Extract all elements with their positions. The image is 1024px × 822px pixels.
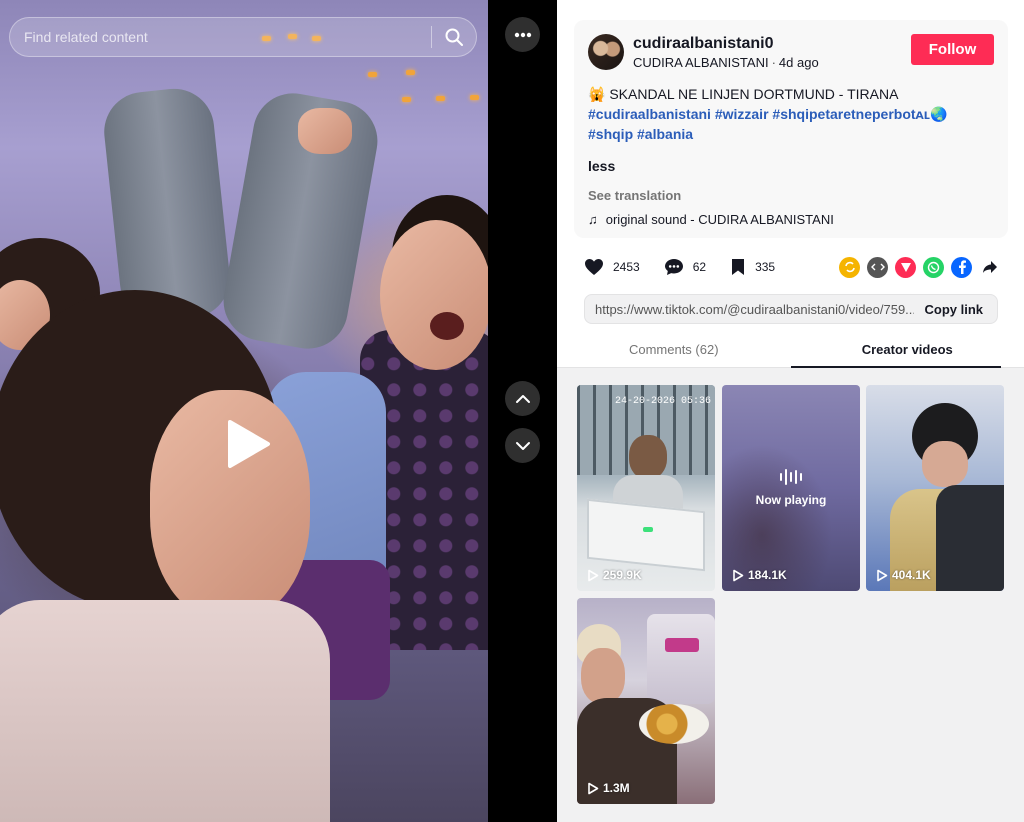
shouting-passenger-face — [380, 220, 488, 370]
playing-bars-icon — [722, 469, 860, 485]
view-count: 404.1K — [876, 568, 931, 582]
details-panel: cudiraalbanistani0 CUDIRA ALBANISTANI · 4d… — [557, 0, 1024, 822]
sock-left — [100, 84, 234, 326]
view-count-text: 1.3M — [603, 781, 630, 795]
thumb-seat — [647, 614, 715, 704]
chevron-down-icon — [515, 441, 530, 450]
follow-button[interactable]: Follow — [911, 34, 994, 65]
thumb-seat-sticker — [665, 638, 699, 652]
description-card: cudiraalbanistani0 CUDIRA ALBANISTANI · 4d… — [574, 20, 1008, 238]
now-playing-indicator: Now playing — [722, 469, 860, 507]
facebook-icon[interactable] — [951, 256, 972, 278]
post-time: 4d ago — [778, 55, 819, 70]
copy-link-box: https://www.tiktok.com/@cudiraalbanistan… — [584, 294, 998, 324]
sound-link[interactable]: ♫ original sound - CUDIRA ALBANISTANI — [588, 212, 994, 227]
sound-name: original sound - CUDIRA ALBANISTANI — [605, 212, 834, 227]
woman-sweater — [0, 600, 330, 822]
thumb-face — [629, 435, 667, 479]
search-icon — [445, 28, 463, 46]
avatar[interactable] — [588, 34, 624, 70]
video-url: https://www.tiktok.com/@cudiraalbanistan… — [595, 301, 915, 317]
view-count: 184.1K — [732, 568, 787, 582]
cabin-light — [402, 97, 411, 102]
copy-link-button[interactable]: Copy link — [914, 302, 997, 317]
sock-hole — [298, 108, 352, 154]
bookmark-icon — [732, 259, 745, 275]
play-outline-icon — [588, 782, 599, 794]
action-bar: 2453 62 335 — [584, 253, 1000, 281]
video-thumbnail[interactable]: 1.3M — [577, 598, 715, 804]
cabin-light — [436, 96, 445, 101]
view-count-text: 184.1K — [748, 568, 787, 582]
embed-icon[interactable] — [867, 256, 888, 278]
hashtag[interactable]: #shqipetaretneperbotᴀʟ🌏 — [772, 106, 947, 122]
view-count-text: 404.1K — [892, 568, 931, 582]
previous-video-button[interactable] — [505, 381, 540, 416]
like-button[interactable]: 2453 — [584, 258, 640, 276]
more-options-button[interactable] — [505, 17, 540, 52]
view-count: 1.3M — [587, 781, 630, 795]
cabin-light — [470, 95, 479, 100]
hashtag[interactable]: #cudiraalbanistani — [588, 106, 711, 122]
caption: 🙀 SKANDAL NE LINJEN DORTMUND - TIRANA #c… — [588, 84, 994, 144]
thumb-food-tray — [639, 704, 709, 744]
play-icon[interactable] — [224, 418, 272, 470]
play-outline-icon — [733, 569, 744, 581]
thumb-counter — [587, 498, 705, 572]
author-info: cudiraalbanistani0 CUDIRA ALBANISTANI · 4d… — [633, 34, 819, 70]
cabin-light — [368, 72, 377, 77]
video-nav-column — [488, 0, 557, 822]
search-bar[interactable] — [9, 17, 477, 57]
play-outline-icon — [588, 569, 599, 581]
next-video-button[interactable] — [505, 428, 540, 463]
hashtag[interactable]: #shqip — [588, 126, 633, 142]
separator-dot: · — [771, 55, 776, 70]
heart-icon — [585, 259, 603, 275]
display-name: CUDIRA ALBANISTANI — [633, 55, 769, 70]
tab-creator-videos[interactable]: Creator videos — [790, 331, 1024, 368]
search-button[interactable] — [432, 18, 476, 56]
whatsapp-icon[interactable] — [923, 256, 944, 278]
comment-count: 62 — [692, 260, 707, 274]
save-count: 335 — [755, 260, 776, 274]
now-playing-text: Now playing — [755, 493, 827, 507]
search-input[interactable] — [10, 29, 431, 45]
video-thumbnail[interactable]: 404.1K — [866, 385, 1004, 591]
like-count: 2453 — [613, 260, 640, 274]
thumb-timestamp: 24-20-2026 05:36 — [614, 396, 711, 407]
play-outline-icon — [877, 569, 888, 581]
send-to-friends-icon[interactable] — [895, 256, 916, 278]
thumb-face — [922, 441, 968, 487]
thumb-face — [581, 648, 625, 704]
view-count: 259.9K — [587, 568, 642, 582]
open-mouth — [430, 312, 464, 340]
repost-icon[interactable] — [839, 256, 860, 278]
username[interactable]: cudiraalbanistani0 — [633, 34, 819, 54]
see-translation-link[interactable]: See translation — [588, 188, 994, 203]
tab-bar: Comments (62) Creator videos — [557, 331, 1024, 368]
save-button[interactable]: 335 — [730, 258, 775, 276]
music-note-icon: ♫ — [588, 212, 598, 227]
chevron-up-icon — [515, 394, 530, 403]
view-count-text: 259.9K — [603, 568, 642, 582]
author-row: cudiraalbanistani0 CUDIRA ALBANISTANI · 4d… — [588, 34, 994, 70]
video-thumbnail-current[interactable]: Now playing 184.1K — [722, 385, 860, 591]
video-player[interactable] — [0, 0, 488, 822]
share-arrow-icon[interactable] — [979, 257, 1000, 278]
thumb-green-light — [643, 527, 653, 532]
comment-button[interactable]: 62 — [664, 258, 706, 276]
tab-comments[interactable]: Comments (62) — [557, 331, 791, 367]
more-dots-icon — [514, 32, 531, 37]
author-subline: CUDIRA ALBANISTANI · 4d ago — [633, 55, 819, 70]
less-button[interactable]: less — [588, 158, 994, 174]
creator-video-grid: 24-20-2026 05:36 259.9K Now playing 184.… — [557, 368, 1024, 822]
cabin-light — [406, 70, 415, 75]
hashtag[interactable]: #albania — [637, 126, 693, 142]
thumb-jacket — [936, 485, 1004, 591]
comment-icon — [664, 259, 683, 275]
caption-text: 🙀 SKANDAL NE LINJEN DORTMUND - TIRANA — [588, 86, 899, 102]
video-thumbnail[interactable]: 24-20-2026 05:36 259.9K — [577, 385, 715, 591]
hashtag[interactable]: #wizzair — [715, 106, 769, 122]
share-icons — [832, 256, 1000, 278]
